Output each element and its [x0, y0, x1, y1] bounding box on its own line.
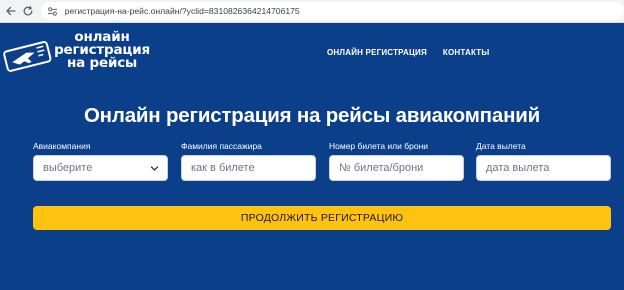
browser-toolbar: регистрация-на-рейс.онлайн/?yclid=831082… — [0, 0, 624, 23]
airline-select-value: выберите — [43, 162, 93, 174]
logo-text: онлайн регистрация на рейсы — [52, 30, 152, 71]
continue-registration-button[interactable]: ПРОДОЛЖИТЬ РЕГИСТРАЦИЮ — [33, 206, 611, 230]
surname-input[interactable] — [191, 162, 301, 174]
menu-item-contacts[interactable]: КОНТАКТЫ — [443, 48, 489, 57]
reload-icon[interactable] — [21, 4, 35, 18]
surname-label: Фамилия пассажира — [181, 141, 262, 151]
airplane-logo-icon — [2, 37, 56, 78]
address-bar[interactable]: регистрация-на-рейс.онлайн/?yclid=831082… — [40, 2, 624, 20]
back-arrow-icon[interactable] — [4, 4, 18, 18]
departure-date-input[interactable] — [486, 162, 596, 174]
logo-line: на рейсы — [66, 55, 138, 71]
ticket-number-box — [329, 155, 464, 181]
page-title: Онлайн регистрация на рейсы авиакомпаний — [83, 104, 541, 127]
departure-date-box — [476, 155, 611, 181]
site-settings-icon[interactable] — [47, 5, 59, 17]
airline-label: Авиакомпания — [33, 141, 91, 151]
ticket-number-label: Номер билета или брони — [329, 141, 429, 151]
departure-date-label: Дата вылета — [476, 141, 526, 151]
menu-item-online-registration[interactable]: ОНЛАЙН РЕГИСТРАЦИЯ — [327, 48, 427, 57]
departure-date-field: Дата вылета — [476, 141, 611, 181]
surname-box — [181, 155, 316, 181]
site-logo[interactable]: онлайн регистрация на рейсы — [0, 30, 160, 78]
main-menu: ОНЛАЙН РЕГИСТРАЦИЯ КОНТАКТЫ — [327, 48, 489, 57]
url-text[interactable]: регистрация-на-рейс.онлайн/?yclid=831082… — [65, 6, 300, 16]
airline-field: Авиакомпания выберите — [33, 141, 168, 181]
airline-select[interactable]: выберите — [33, 155, 168, 181]
ticket-number-input[interactable] — [339, 162, 449, 174]
surname-field: Фамилия пассажира — [181, 141, 316, 181]
chevron-down-icon — [150, 164, 159, 176]
ticket-number-field: Номер билета или брони — [329, 141, 464, 181]
